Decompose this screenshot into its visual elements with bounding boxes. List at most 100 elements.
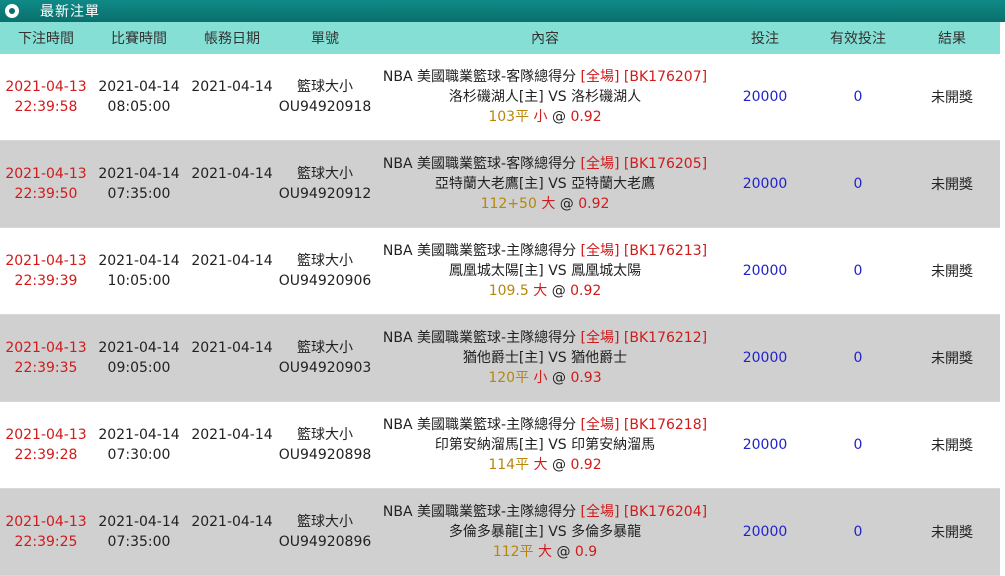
header-valid-stake: 有效投注 [830,31,886,47]
pick-line: 103平 小 @ 0.92 [488,107,601,127]
match-clock: 07:35:00 [107,534,171,550]
bet-clock: 22:39:39 [14,273,78,289]
header-stake: 投注 [751,31,779,47]
bet-time-cell: 2021-04-13 22:39:28 [0,402,92,488]
result-cell: 未開獎 [931,90,973,106]
table-row: 2021-04-13 22:39:28 2021-04-14 07:30:00 … [0,402,1000,489]
header-bet-time: 下注時間 [18,31,74,47]
game-code: [BK176207] [623,69,708,85]
bet-time-cell: 2021-04-13 22:39:50 [0,141,92,227]
odds-value: 0.92 [570,283,602,299]
odds-prefix: @ [559,196,574,212]
order-cell: 籃球大小 OU94920898 [278,402,372,488]
stake-cell: 20000 [742,176,788,192]
bet-clock: 22:39:50 [14,186,78,202]
match-time-cell: 2021-04-14 08:05:00 [92,54,186,140]
league-name: NBA 美國職業籃球-主隊總得分 [382,417,577,433]
league-line: NBA 美國職業籃球-主隊總得分 [全場] [BK176204] [383,502,707,522]
pick-side: 大 [533,283,548,299]
valid-stake-cell: 0 [853,524,863,540]
match-date: 2021-04-14 [98,427,180,443]
teams: 多倫多暴龍[主] VS 多倫多暴龍 [448,524,642,540]
pick-side: 大 [533,457,548,473]
account-date: 2021-04-14 [191,166,273,182]
odds-prefix: @ [552,109,566,125]
account-date-cell: 2021-04-14 [186,54,278,140]
bet-date: 2021-04-13 [5,79,87,95]
table-row: 2021-04-13 22:39:58 2021-04-14 08:05:00 … [0,54,1000,141]
odds-value: 0.92 [570,109,602,125]
stake-cell: 20000 [742,263,788,279]
result-cell: 未開獎 [931,438,973,454]
header-order-no: 單號 [311,31,339,47]
handicap-line: 120平 [488,370,530,386]
order-cell: 籃球大小 OU94920912 [278,141,372,227]
match-time-cell: 2021-04-14 10:05:00 [92,228,186,314]
teams: 洛杉磯湖人[主] VS 洛杉磯湖人 [448,89,642,105]
league-name: NBA 美國職業籃球-主隊總得分 [382,243,577,259]
soccer-ball-icon [5,4,19,18]
period-tag: [全場] [580,504,620,520]
match-date: 2021-04-14 [98,166,180,182]
content-cell: NBA 美國職業籃球-客隊總得分 [全場] [BK176207] 洛杉磯湖人[主… [372,54,718,140]
bet-date: 2021-04-13 [5,253,87,269]
bet-clock: 22:39:25 [14,534,78,550]
order-number: OU94920912 [278,186,372,202]
league-name: NBA 美國職業籃球-主隊總得分 [382,330,577,346]
teams: 亞特蘭大老鷹[主] VS 亞特蘭大老鷹 [434,176,656,192]
bet-type: 籃球大小 [297,514,353,530]
handicap-line: 114平 [488,457,530,473]
game-code: [BK176212] [623,330,708,346]
pick-line: 109.5 大 @ 0.92 [489,281,602,301]
bet-clock: 22:39:28 [14,447,78,463]
order-number: OU94920896 [278,534,372,550]
table-header: 下注時間 比賽時間 帳務日期 單號 內容 投注 有效投注 結果 [0,22,1000,54]
bet-date: 2021-04-13 [5,340,87,356]
match-clock: 10:05:00 [107,273,171,289]
bet-time-cell: 2021-04-13 22:39:58 [0,54,92,140]
handicap-line: 103平 [488,109,530,125]
table-row: 2021-04-13 22:39:35 2021-04-14 09:05:00 … [0,315,1000,402]
valid-stake-cell: 0 [853,89,863,105]
match-clock: 09:05:00 [107,360,171,376]
result-cell: 未開獎 [931,525,973,541]
order-cell: 籃球大小 OU94920903 [278,315,372,401]
stake-cell: 20000 [742,524,788,540]
league-name: NBA 美國職業籃球-客隊總得分 [382,69,577,85]
match-time-cell: 2021-04-14 07:35:00 [92,141,186,227]
handicap-line: 112+50 [480,196,537,212]
odds-value: 0.92 [570,457,602,473]
table-row: 2021-04-13 22:39:39 2021-04-14 10:05:00 … [0,228,1000,315]
stake-cell: 20000 [742,89,788,105]
bet-time-cell: 2021-04-13 22:39:39 [0,228,92,314]
account-date-cell: 2021-04-14 [186,402,278,488]
order-number: OU94920898 [278,447,372,463]
table-row: 2021-04-13 22:39:25 2021-04-14 07:35:00 … [0,489,1000,576]
account-date-cell: 2021-04-14 [186,141,278,227]
game-code: [BK176213] [623,243,708,259]
period-tag: [全場] [580,69,620,85]
match-time-cell: 2021-04-14 09:05:00 [92,315,186,401]
league-name: NBA 美國職業籃球-客隊總得分 [382,156,577,172]
pick-side: 小 [533,109,548,125]
odds-prefix: @ [552,370,566,386]
odds-prefix: @ [552,457,566,473]
odds-value: 0.92 [578,196,610,212]
content-cell: NBA 美國職業籃球-主隊總得分 [全場] [BK176218] 印第安納溜馬[… [372,402,718,488]
bet-type: 籃球大小 [297,253,353,269]
match-time-cell: 2021-04-14 07:30:00 [92,402,186,488]
match-clock: 07:30:00 [107,447,171,463]
period-tag: [全場] [580,243,620,259]
league-line: NBA 美國職業籃球-主隊總得分 [全場] [BK176218] [383,415,707,435]
league-line: NBA 美國職業籃球-客隊總得分 [全場] [BK176205] [383,154,707,174]
odds-prefix: @ [551,283,566,299]
handicap-line: 112平 [492,544,534,560]
account-date-cell: 2021-04-14 [186,228,278,314]
league-name: NBA 美國職業籃球-主隊總得分 [382,504,577,520]
content-cell: NBA 美國職業籃球-主隊總得分 [全場] [BK176212] 猶他爵士[主]… [372,315,718,401]
account-date-cell: 2021-04-14 [186,489,278,575]
teams: 鳳凰城太陽[主] VS 鳳凰城太陽 [448,263,642,279]
pick-side: 大 [541,196,556,212]
bet-type: 籃球大小 [297,340,353,356]
content-cell: NBA 美國職業籃球-主隊總得分 [全場] [BK176213] 鳳凰城太陽[主… [372,228,718,314]
